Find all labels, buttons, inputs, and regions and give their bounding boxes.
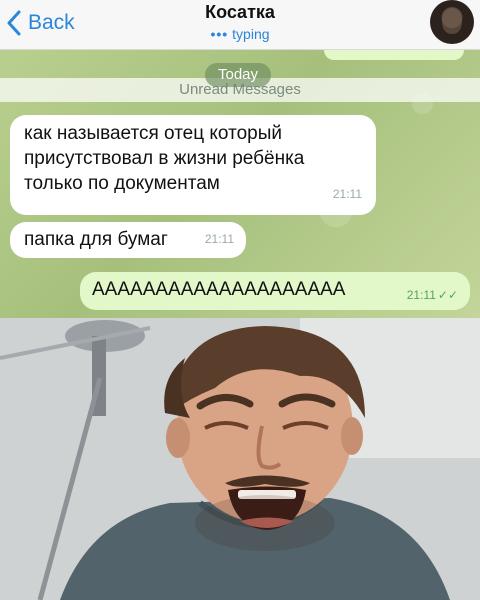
chat-title-area[interactable]: Косатка ••• typing — [140, 2, 340, 42]
message-time: 21:11 — [204, 232, 234, 246]
chat-screenshot: Back Косатка ••• typing Unread Messages T… — [0, 0, 480, 318]
back-button[interactable]: Back — [6, 8, 75, 38]
crying-man-illustration — [0, 318, 480, 600]
message-line: присутствовал в жизни ребёнка — [24, 148, 305, 169]
message-time: 21:11 — [406, 288, 436, 302]
crying-man-photo — [0, 318, 480, 600]
read-checkmarks-icon: ✓✓ — [437, 288, 458, 302]
typing-dots-icon: ••• — [210, 26, 229, 42]
status-text: typing — [232, 26, 270, 42]
typing-status: ••• typing — [140, 26, 340, 42]
message-bubble-incoming[interactable]: как называется отец который присутствова… — [10, 115, 376, 215]
message-line: АААААААААААААААААААА — [92, 279, 346, 300]
message-bubble-outgoing[interactable]: АААААААААААААААААААА 21:11 ✓✓ — [80, 272, 470, 310]
back-label: Back — [28, 11, 75, 34]
message-line: как называется отец который — [24, 123, 282, 144]
message-bubble-incoming[interactable]: папка для бумаг 21:11 — [10, 222, 246, 258]
avatar[interactable] — [430, 0, 474, 44]
message-time-wrap: 21:11 ✓✓ — [407, 288, 458, 302]
message-time: 21:11 — [332, 187, 362, 201]
date-badge: Today — [205, 63, 271, 87]
chevron-left-icon — [7, 10, 21, 36]
message-line: папка для бумаг — [24, 229, 168, 250]
chat-header: Back Косатка ••• typing — [0, 0, 480, 50]
message-line: только по документам — [24, 173, 220, 194]
contact-name: Косатка — [205, 2, 275, 22]
